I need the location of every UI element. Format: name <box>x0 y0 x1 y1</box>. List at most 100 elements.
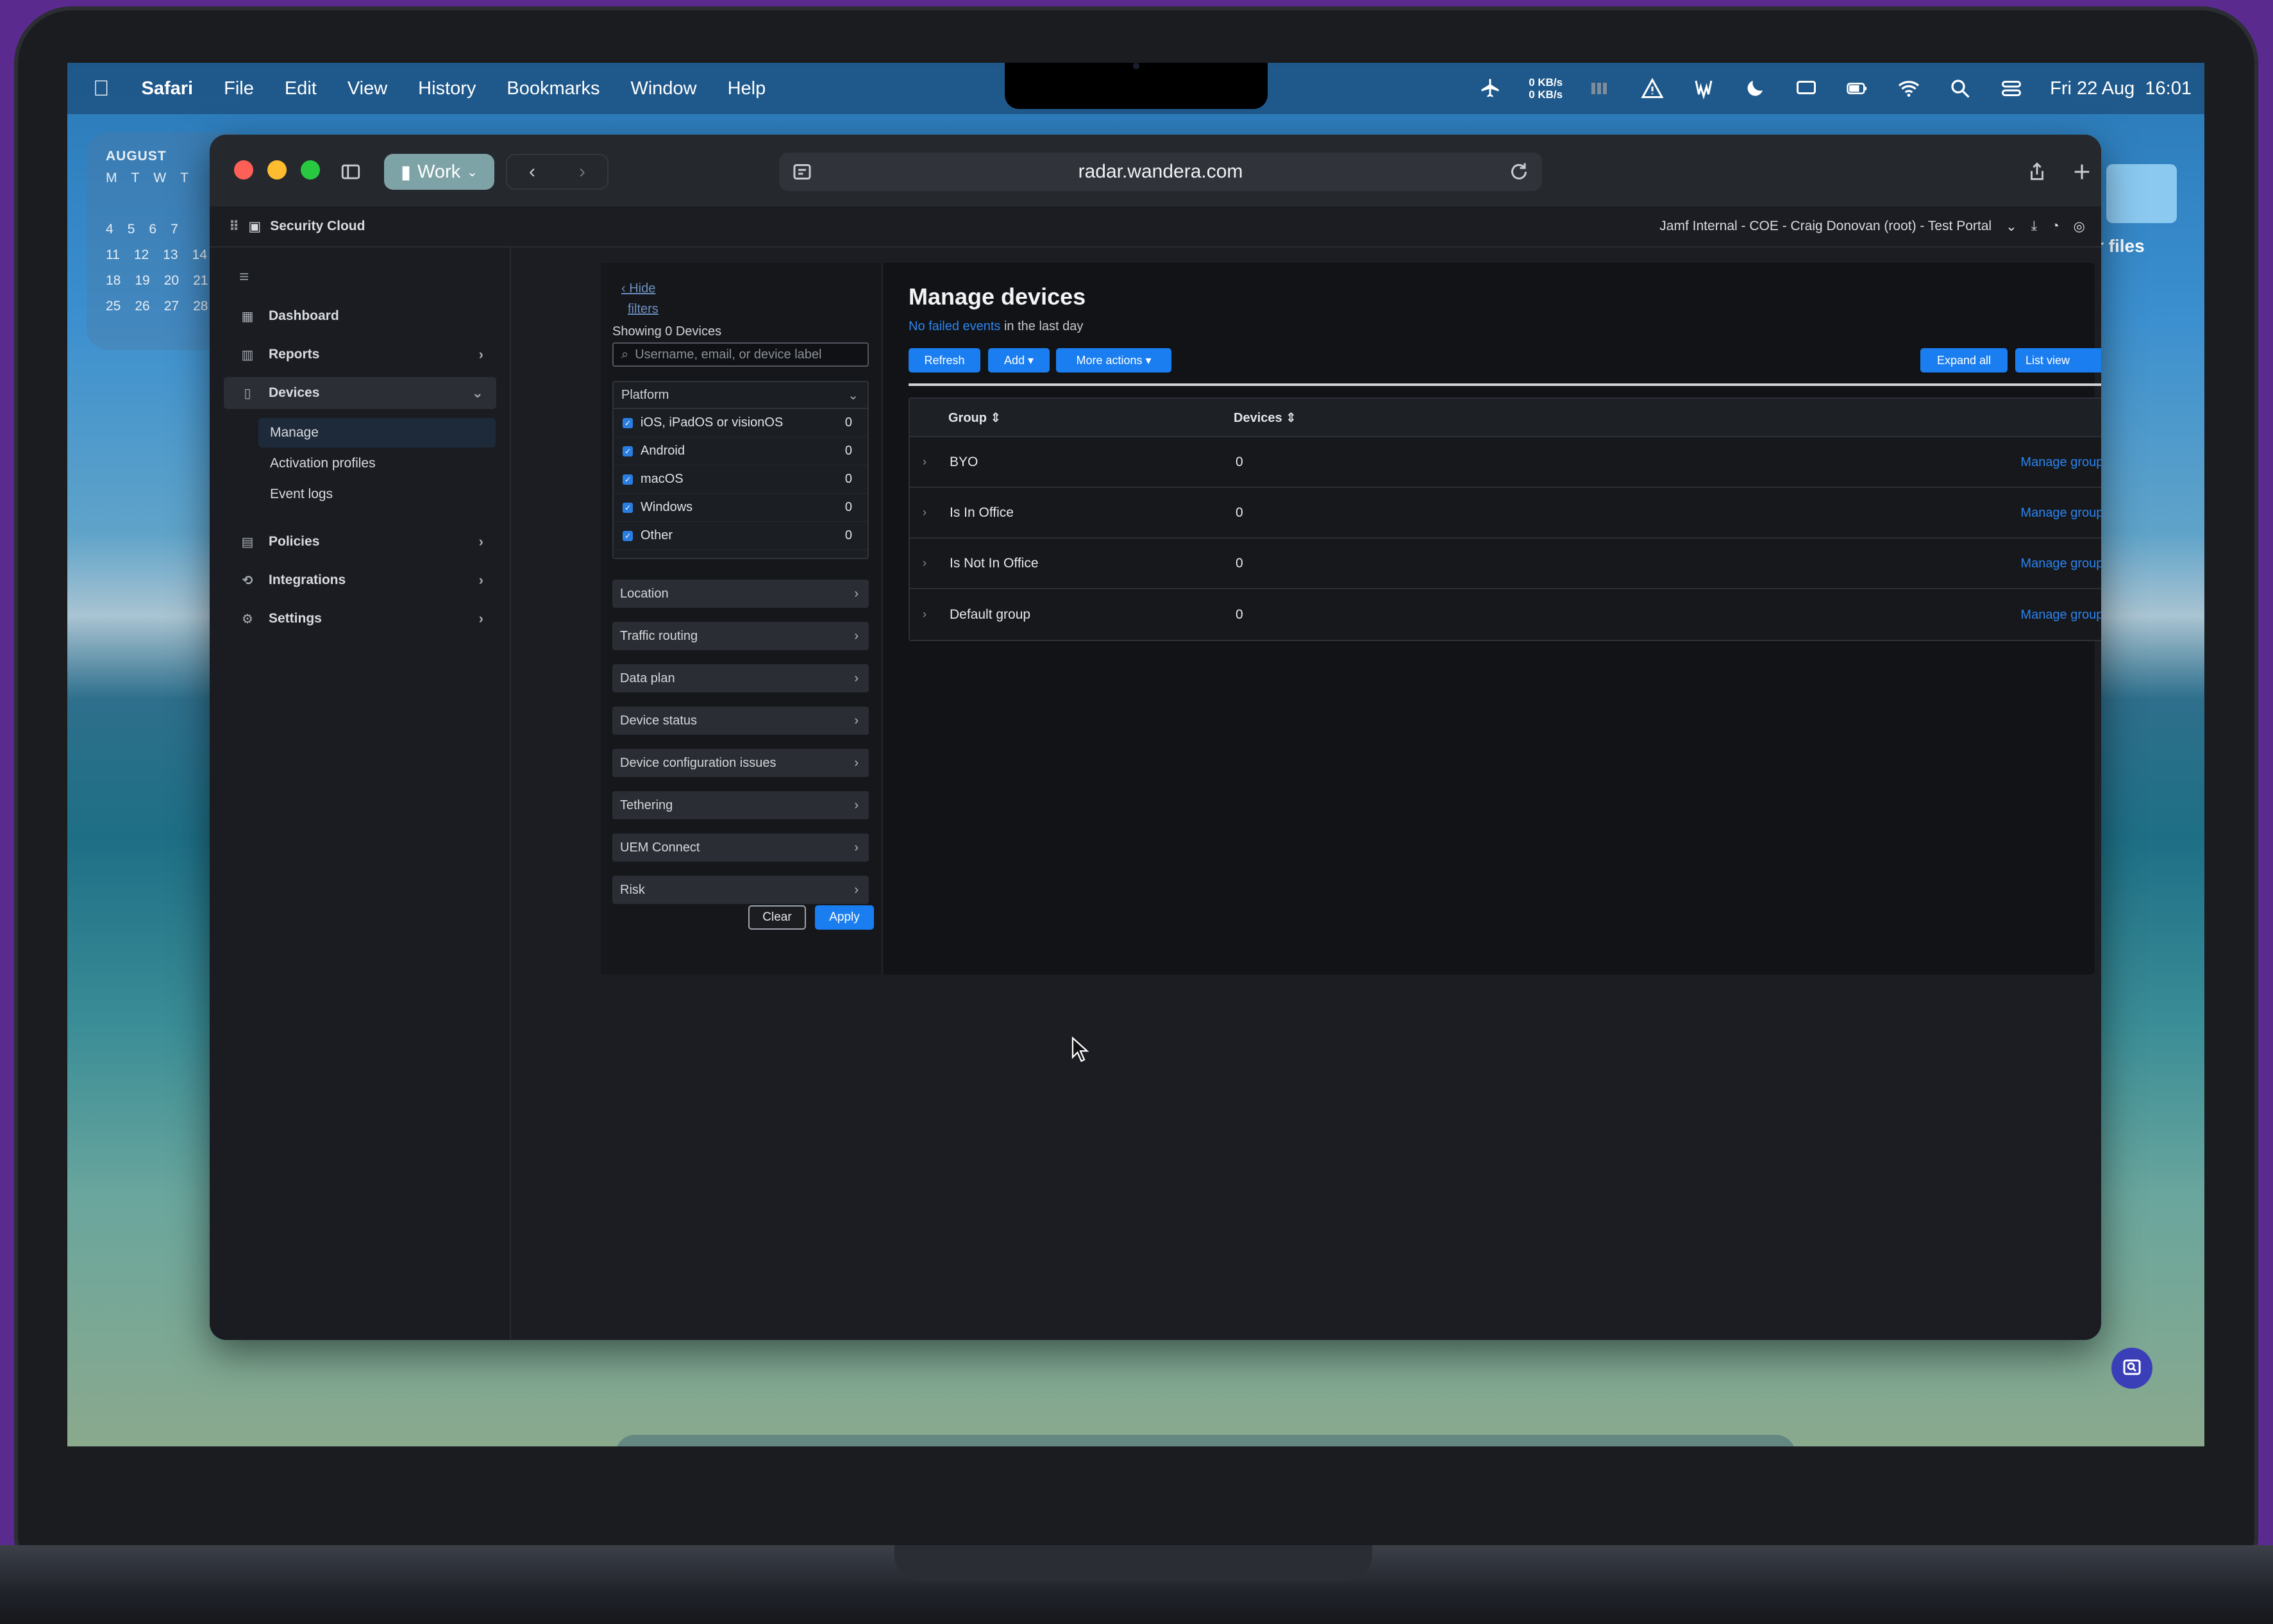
menu-app-name[interactable]: Safari <box>142 78 194 99</box>
url-text: radar.wandera.com <box>1078 161 1243 182</box>
download-icon[interactable]: ⤓ <box>2031 219 2037 234</box>
menu-edit[interactable]: Edit <box>285 78 317 99</box>
menu-help[interactable]: Help <box>728 78 766 99</box>
add-button[interactable]: Add ▾ <box>988 348 1050 373</box>
menu-icon[interactable]: ≡ <box>239 267 249 287</box>
nav-policies[interactable]: ▤ Policies › <box>224 526 496 558</box>
checkbox[interactable]: ✓ <box>623 446 633 456</box>
display-icon[interactable] <box>1793 76 1819 101</box>
apple-icon[interactable]:  <box>93 76 110 101</box>
manage-group-button[interactable]: Manage group ▾ <box>2020 454 2101 470</box>
share-icon[interactable] <box>2018 154 2056 190</box>
network-monitor[interactable]: 0 KB/s 0 KB/s <box>1529 76 1563 101</box>
list-view-button[interactable]: List view▾ <box>2015 348 2101 373</box>
column-header-devices[interactable]: Devices ⇕ <box>1234 410 1296 426</box>
battery-icon[interactable] <box>1845 76 1870 101</box>
page-menu-icon[interactable] <box>791 160 814 188</box>
filter-traffic-routing[interactable]: Traffic routing › <box>612 622 869 650</box>
filter-device-status[interactable]: Device status › <box>612 707 869 735</box>
hide-filters-link[interactable]: ‹ Hide filters <box>621 278 658 319</box>
sidebar-toggle-icon[interactable] <box>331 154 370 190</box>
checkbox[interactable]: ✓ <box>623 530 633 541</box>
tenant-selector[interactable]: Jamf Internal - COE - Craig Donovan (roo… <box>1659 219 1992 234</box>
nav-dashboard[interactable]: ▦ Dashboard <box>224 300 496 332</box>
refresh-button[interactable]: Refresh <box>909 348 980 373</box>
airplane-icon[interactable] <box>1477 76 1503 101</box>
manage-group-button[interactable]: Manage group ▾ <box>2020 505 2101 521</box>
device-search-input[interactable]: ⌕ Username, email, or device label <box>612 342 869 367</box>
filter-tethering[interactable]: Tethering › <box>612 791 869 819</box>
integrations-icon: ⟲ <box>242 573 253 588</box>
failed-events-link[interactable]: No failed events <box>909 319 1000 333</box>
desktop-folder-label[interactable]: r files <box>2097 236 2145 256</box>
profile-button[interactable]: ▮ Work ⌄ <box>384 154 494 190</box>
nav-settings[interactable]: ⚙ Settings › <box>224 603 496 635</box>
platform-option[interactable]: ✓ Android 0 <box>614 437 868 465</box>
zoom-button[interactable] <box>301 160 320 180</box>
checkbox[interactable]: ✓ <box>623 502 633 513</box>
back-icon[interactable]: ‹ <box>507 161 557 183</box>
filter-location[interactable]: Location › <box>612 580 869 608</box>
filter-panel: ‹ Hide filters Showing 0 Devices ⌕ Usernam… <box>601 263 883 975</box>
filter-data-plan[interactable]: Data plan › <box>612 664 869 692</box>
new-tab-icon[interactable] <box>2069 154 2095 190</box>
address-bar[interactable]: radar.wandera.com <box>779 153 1542 191</box>
minimize-button[interactable] <box>267 160 287 180</box>
clear-filters-button[interactable]: Clear <box>748 905 806 930</box>
menu-history[interactable]: History <box>418 78 476 99</box>
warning-icon[interactable] <box>1640 76 1665 101</box>
nav-sub-event-logs[interactable]: Event logs <box>258 480 496 509</box>
apply-filters-button[interactable]: Apply <box>815 905 874 930</box>
filter-device-configuration-issues[interactable]: Device configuration issues › <box>612 749 869 777</box>
desktop-folder-icon[interactable] <box>2106 164 2177 223</box>
platform-option[interactable]: ✓ iOS, iPadOS or visionOS 0 <box>614 409 868 437</box>
control-center-icon[interactable] <box>1999 76 2024 101</box>
column-header-group[interactable]: Group ⇕ <box>948 410 1001 426</box>
nav-sub-manage[interactable]: Manage <box>258 418 496 448</box>
expand-row-icon[interactable]: › <box>923 608 927 621</box>
menu-file[interactable]: File <box>224 78 254 99</box>
more-actions-button[interactable]: More actions ▾ <box>1056 348 1171 373</box>
wifi-icon[interactable] <box>1896 76 1922 101</box>
help-chat-button[interactable] <box>2111 1348 2152 1389</box>
expand-all-button[interactable]: Expand all <box>1920 348 2008 373</box>
checkbox[interactable]: ✓ <box>623 474 633 485</box>
expand-row-icon[interactable]: › <box>923 455 927 469</box>
menu-window[interactable]: Window <box>630 78 696 99</box>
nav-integrations[interactable]: ⟲ Integrations › <box>224 564 496 596</box>
nav-reports[interactable]: ▥ Reports › <box>224 339 496 371</box>
moon-icon[interactable] <box>1742 76 1768 101</box>
expand-row-icon[interactable]: › <box>923 557 927 570</box>
clock[interactable]: Fri 22 Aug 16:01 <box>2050 78 2192 99</box>
checkbox[interactable]: ✓ <box>623 417 633 428</box>
manage-group-button[interactable]: Manage group ▾ <box>2020 607 2101 623</box>
platform-option[interactable]: ✓ Windows 0 <box>614 494 868 522</box>
search-icon[interactable] <box>1947 76 1973 101</box>
reload-icon[interactable] <box>1507 160 1531 188</box>
jamf-icon[interactable] <box>1691 76 1716 101</box>
filter-section-label: Traffic routing <box>620 628 698 643</box>
weekday: T <box>180 171 189 185</box>
forward-icon[interactable]: › <box>557 161 607 183</box>
menu-bookmarks[interactable]: Bookmarks <box>507 78 600 99</box>
help-icon[interactable]: ◔ <box>2051 219 2059 234</box>
account-icon[interactable]: ◎ <box>2074 219 2085 235</box>
nav-label: Integrations <box>269 573 346 587</box>
nav-devices[interactable]: ▯ Devices ⌄ <box>224 377 496 409</box>
manage-group-button[interactable]: Manage group ▾ <box>2020 555 2101 571</box>
platform-option[interactable]: ✓ Other 0 <box>614 522 868 550</box>
filter-uem-connect[interactable]: UEM Connect › <box>612 833 869 862</box>
platform-option-label: Android <box>641 444 685 458</box>
filter-risk[interactable]: Risk › <box>612 876 869 904</box>
chart-icon[interactable] <box>1588 76 1614 101</box>
app-brand[interactable]: ⠿ ▣ Security Cloud <box>229 219 365 235</box>
close-button[interactable] <box>234 160 253 180</box>
platform-filter-header[interactable]: Platform ⌄ <box>614 382 868 409</box>
menu-view[interactable]: View <box>348 78 387 99</box>
table-row: › Is In Office 0 Manage group ▾ <box>910 488 2101 539</box>
nav-sub-activation-profiles[interactable]: Activation profiles <box>258 449 496 478</box>
platform-option[interactable]: ✓ macOS 0 <box>614 465 868 494</box>
expand-row-icon[interactable]: › <box>923 506 927 519</box>
chevron-down-icon[interactable]: ⌄ <box>2006 219 2017 235</box>
apps-grid-icon[interactable]: ⠿ <box>229 219 239 235</box>
